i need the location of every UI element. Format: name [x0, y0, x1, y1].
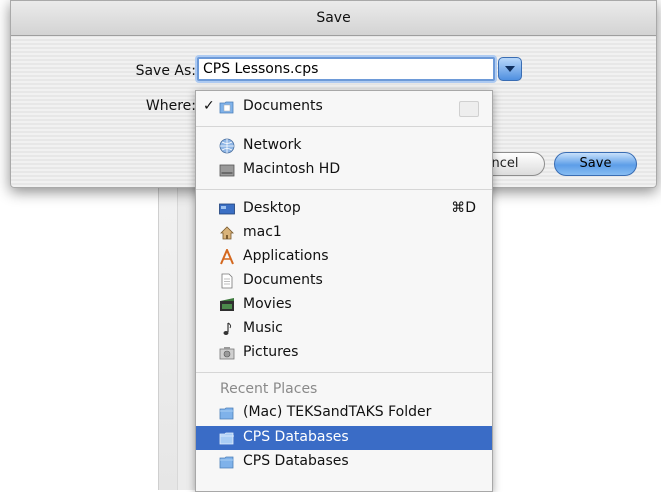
menu-item-recent-cps-databases-selected[interactable]: CPS Databases: [196, 426, 492, 450]
hard-drive-icon: [219, 164, 235, 177]
filename-input[interactable]: [197, 57, 495, 81]
documents-icon: [221, 273, 233, 289]
save-button[interactable]: Save: [554, 152, 637, 176]
menu-item-label: Macintosh HD: [243, 161, 341, 177]
movies-icon: [220, 298, 234, 311]
background-window: [158, 160, 200, 490]
music-icon: [223, 322, 232, 335]
menu-item-desktop[interactable]: Desktop ⌘D: [196, 197, 492, 221]
applications-icon: [220, 249, 234, 265]
documents-folder-icon: [219, 101, 234, 114]
checkmark-icon: ✓: [203, 98, 215, 114]
home-icon: [220, 226, 234, 240]
chevron-down-icon: [505, 66, 515, 72]
dialog-title: Save: [11, 1, 656, 36]
menu-item-current-documents[interactable]: ✓ Documents: [196, 95, 492, 119]
menu-item-recent-teksandtaks[interactable]: (Mac) TEKSandTAKS Folder: [196, 401, 492, 425]
menu-item-network[interactable]: Network: [196, 134, 492, 158]
menu-item-home[interactable]: mac1: [196, 221, 492, 245]
menu-item-label: Network: [243, 137, 302, 153]
menu-item-label: CPS Databases: [243, 453, 349, 469]
menu-separator: [196, 126, 492, 127]
menu-item-recent-cps-databases[interactable]: CPS Databases: [196, 450, 492, 474]
menu-item-documents[interactable]: Documents: [196, 269, 492, 293]
path-popup-icon: [459, 101, 479, 117]
menu-item-applications[interactable]: Applications: [196, 245, 492, 269]
menu-item-label: Documents: [243, 98, 323, 114]
where-popup-menu: ✓ Documents Network Macintosh HD Desktop…: [195, 90, 493, 492]
menu-item-label: (Mac) TEKSandTAKS Folder: [243, 404, 432, 420]
keyboard-shortcut: ⌘D: [451, 200, 476, 216]
menu-item-label: CPS Databases: [243, 429, 349, 445]
folder-icon: [219, 407, 234, 420]
menu-item-label: Movies: [243, 296, 292, 312]
menu-item-label: Documents: [243, 272, 323, 288]
menu-item-label: mac1: [243, 224, 282, 240]
menu-item-label: Applications: [243, 248, 329, 264]
network-icon: [219, 138, 235, 154]
desktop-icon: [219, 203, 235, 215]
save-as-label: Save As:: [135, 63, 196, 79]
recent-places-header: Recent Places: [220, 381, 318, 397]
folder-icon: [219, 432, 234, 445]
expand-dialog-button[interactable]: [498, 57, 522, 81]
menu-separator: [196, 189, 492, 190]
menu-separator: [196, 372, 492, 373]
menu-item-movies[interactable]: Movies: [196, 293, 492, 317]
menu-item-label: Pictures: [243, 344, 299, 360]
menu-item-music[interactable]: Music: [196, 317, 492, 341]
menu-item-label: Music: [243, 320, 283, 336]
where-label: Where:: [145, 98, 196, 114]
menu-item-macintosh-hd[interactable]: Macintosh HD: [196, 158, 492, 182]
pictures-icon: [219, 347, 235, 360]
folder-icon: [219, 456, 234, 469]
menu-item-pictures[interactable]: Pictures: [196, 341, 492, 365]
menu-item-label: Desktop: [243, 200, 301, 216]
